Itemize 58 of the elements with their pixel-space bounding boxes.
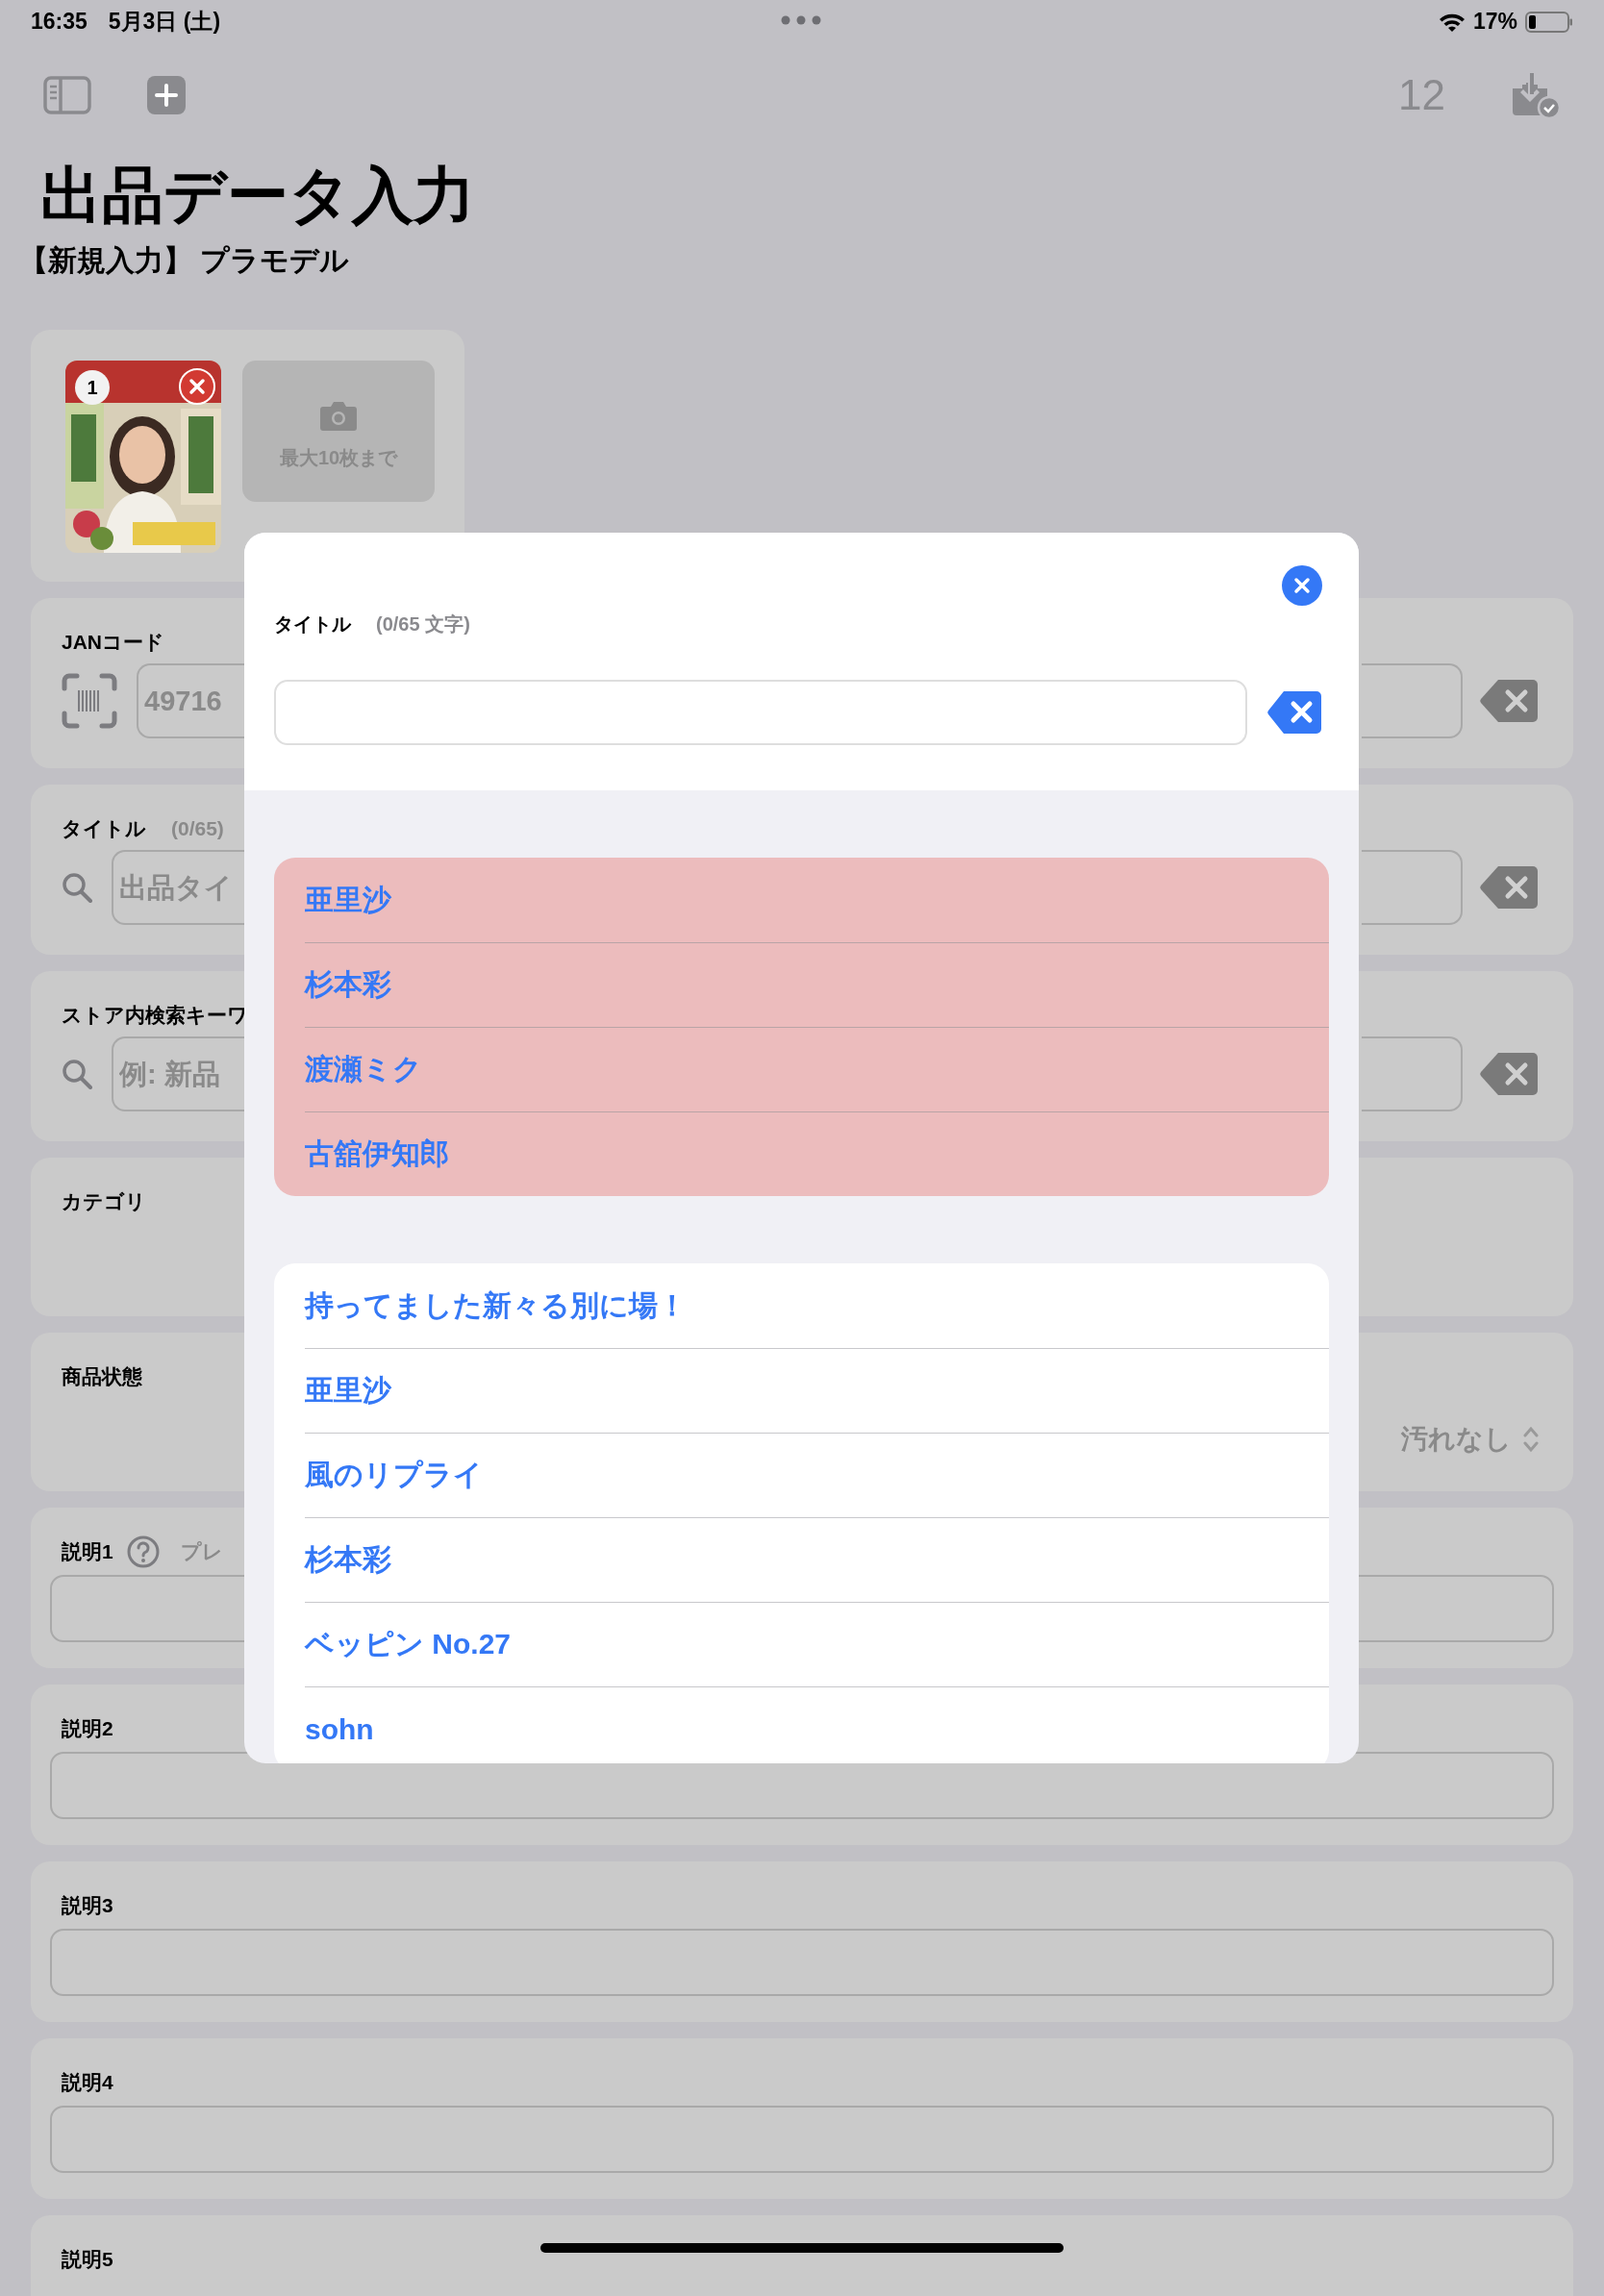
close-button[interactable] bbox=[1282, 565, 1322, 606]
delete-backward-icon[interactable] bbox=[1479, 1051, 1539, 1097]
delete-backward-icon[interactable] bbox=[1266, 689, 1322, 736]
page-subtitle: 【新規入力】 プラモデル bbox=[19, 243, 351, 278]
status-time: 16:35 bbox=[31, 9, 88, 35]
field-label: タイトル bbox=[62, 816, 146, 841]
search-field[interactable]: 例: 新品 bbox=[112, 1036, 244, 1111]
field-label: ストア内検索キーワ bbox=[62, 1003, 248, 1028]
character-counter: (0/65) bbox=[171, 817, 224, 840]
sidebar-icon[interactable] bbox=[43, 76, 91, 114]
search-field[interactable] bbox=[1362, 850, 1463, 925]
battery-percent: 17% bbox=[1472, 9, 1517, 35]
suggestion-item[interactable]: 持ってました新々る別に場！ bbox=[305, 1263, 1329, 1348]
barcode-field[interactable] bbox=[1362, 663, 1463, 738]
field-label: 商品状態 bbox=[62, 1364, 142, 1389]
search-field[interactable] bbox=[1362, 1036, 1463, 1111]
help-icon[interactable] bbox=[126, 1535, 160, 1568]
field-label: 説明1 bbox=[62, 1539, 113, 1564]
field-note: プレ bbox=[180, 1539, 223, 1564]
more-dots-icon[interactable] bbox=[781, 15, 821, 25]
wifi-icon bbox=[1438, 12, 1466, 32]
suggestion-item[interactable]: sohn bbox=[305, 1686, 1329, 1763]
barcode-field[interactable]: 49716 bbox=[137, 663, 244, 738]
delete-backward-icon[interactable] bbox=[1479, 678, 1539, 724]
condition-value[interactable]: 汚れなし bbox=[1401, 1421, 1512, 1458]
field-label: 説明2 bbox=[62, 1716, 113, 1741]
modal-label: タイトル bbox=[274, 612, 351, 636]
camera-icon bbox=[319, 401, 358, 432]
field-label: 説明5 bbox=[62, 2247, 113, 2272]
suggestion-item[interactable]: ベッピン No.27 bbox=[305, 1602, 1329, 1686]
barcode-scan-icon[interactable] bbox=[62, 673, 117, 729]
page-title: 出品データ入力 bbox=[40, 160, 476, 232]
battery-icon bbox=[1525, 11, 1573, 33]
suggestion-item[interactable]: 杉本彩 bbox=[305, 1517, 1329, 1602]
recent-title-item[interactable]: 杉本彩 bbox=[305, 942, 1329, 1027]
description-field[interactable] bbox=[50, 1929, 1554, 1996]
field-label: 説明3 bbox=[62, 1893, 113, 1918]
suggestion-item[interactable]: 亜里沙 bbox=[305, 1348, 1329, 1433]
search-icon bbox=[62, 872, 92, 903]
status-date: 5月3日 (土) bbox=[108, 8, 221, 36]
title-input-field[interactable] bbox=[274, 680, 1247, 745]
recent-title-item[interactable]: 古舘伊知郎 bbox=[305, 1111, 1329, 1196]
search-field[interactable]: 出品タイ bbox=[112, 850, 244, 925]
close-icon bbox=[1292, 576, 1312, 595]
download-check-icon[interactable] bbox=[1511, 71, 1561, 119]
description-field[interactable] bbox=[50, 2106, 1554, 2173]
field-label: 説明4 bbox=[62, 2070, 113, 2095]
field-label: JANコード bbox=[62, 630, 164, 655]
up-down-chevron-icon[interactable] bbox=[1523, 1426, 1539, 1453]
character-counter: (0/65 文字) bbox=[376, 612, 470, 636]
search-icon bbox=[62, 1059, 92, 1089]
field-label: カテゴリ bbox=[62, 1189, 146, 1214]
delete-backward-icon[interactable] bbox=[1479, 864, 1539, 911]
recent-title-item[interactable]: 亜里沙 bbox=[305, 858, 1329, 942]
remove-photo-icon[interactable] bbox=[179, 368, 215, 405]
suggestion-item[interactable]: 風のリプライ bbox=[305, 1433, 1329, 1517]
add-icon[interactable] bbox=[147, 76, 186, 114]
recent-title-item[interactable]: 渡瀬ミク bbox=[305, 1027, 1329, 1111]
